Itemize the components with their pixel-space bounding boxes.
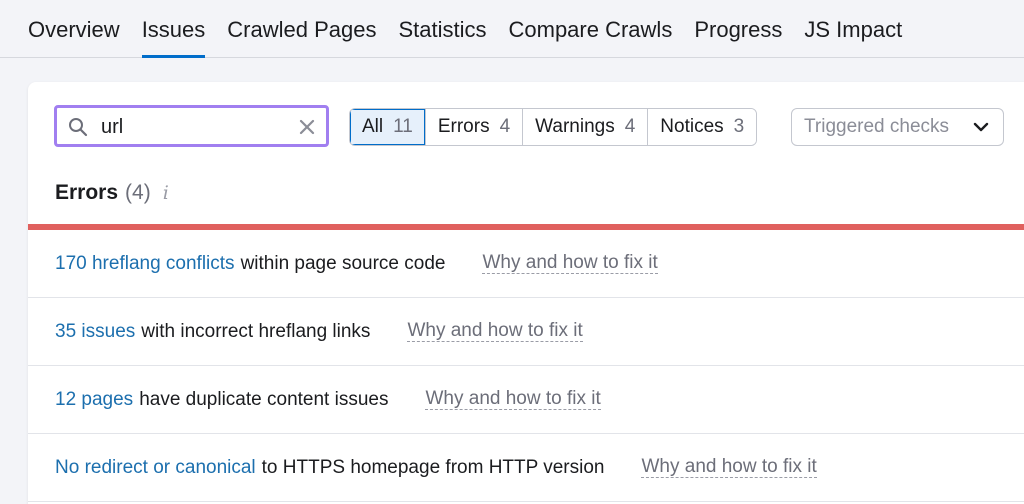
fix-help-link[interactable]: Why and how to fix it	[407, 321, 583, 342]
triggered-checks-dropdown[interactable]: Triggered checks	[791, 108, 1004, 146]
fix-help-link[interactable]: Why and how to fix it	[641, 457, 817, 478]
issues-card: url All 11 Errors 4 Warnings 4 Notices 3…	[28, 82, 1024, 504]
filter-errors[interactable]: Errors 4	[425, 109, 524, 145]
tab-issues[interactable]: Issues	[141, 0, 205, 58]
chevron-down-icon	[973, 122, 989, 132]
filter-label: Notices	[660, 116, 724, 137]
filter-all[interactable]: All 11	[350, 109, 426, 145]
issue-link[interactable]: No redirect or canonical	[55, 457, 256, 479]
filter-count: 4	[624, 116, 636, 137]
filter-label: Errors	[437, 116, 490, 137]
issue-link[interactable]: 35 issues	[55, 321, 135, 343]
tab-progress[interactable]: Progress	[694, 0, 782, 58]
filter-label: All	[362, 116, 384, 137]
issue-row: 170 hreflang conflicts within page sourc…	[28, 230, 1024, 298]
filter-warnings[interactable]: Warnings 4	[523, 109, 649, 145]
tab-statistics[interactable]: Statistics	[398, 0, 486, 58]
filter-count: 4	[499, 116, 511, 137]
issue-link[interactable]: 12 pages	[55, 389, 133, 411]
search-value[interactable]: url	[101, 116, 123, 139]
filter-label: Warnings	[535, 116, 615, 137]
dropdown-placeholder: Triggered checks	[804, 116, 950, 137]
filter-count: 11	[393, 116, 413, 137]
close-icon[interactable]	[298, 118, 316, 136]
fix-help-link[interactable]: Why and how to fix it	[425, 389, 601, 410]
issue-description: within page source code	[240, 252, 446, 274]
issue-description: with incorrect hreflang links	[141, 320, 371, 342]
issue-row: 35 issues with incorrect hreflang links …	[28, 298, 1024, 366]
severity-filter-group: All 11 Errors 4 Warnings 4 Notices 3	[349, 108, 758, 146]
section-heading: Errors (4) i	[55, 181, 169, 205]
tab-compare-crawls[interactable]: Compare Crawls	[509, 0, 673, 58]
tab-overview[interactable]: Overview	[28, 0, 120, 58]
issue-row: 12 pages have duplicate content issues W…	[28, 366, 1024, 434]
tab-crawled-pages[interactable]: Crawled Pages	[227, 0, 376, 58]
issue-description: to HTTPS homepage from HTTP version	[261, 456, 605, 478]
issue-description: have duplicate content issues	[139, 388, 389, 410]
info-icon[interactable]: i	[163, 182, 169, 204]
issue-link[interactable]: 170 hreflang conflicts	[55, 253, 235, 275]
section-count: (4)	[125, 181, 151, 204]
issue-list: 170 hreflang conflicts within page sourc…	[28, 230, 1024, 502]
filter-notices[interactable]: Notices 3	[648, 109, 757, 145]
section-title: Errors	[55, 181, 119, 204]
issue-row: No redirect or canonical to HTTPS homepa…	[28, 434, 1024, 502]
search-input[interactable]: url	[54, 105, 329, 147]
fix-help-link[interactable]: Why and how to fix it	[482, 253, 658, 274]
tab-js-impact[interactable]: JS Impact	[804, 0, 902, 58]
search-icon	[69, 118, 88, 137]
tab-bar: Overview Issues Crawled Pages Statistics…	[0, 0, 1024, 58]
filter-count: 3	[733, 116, 745, 137]
